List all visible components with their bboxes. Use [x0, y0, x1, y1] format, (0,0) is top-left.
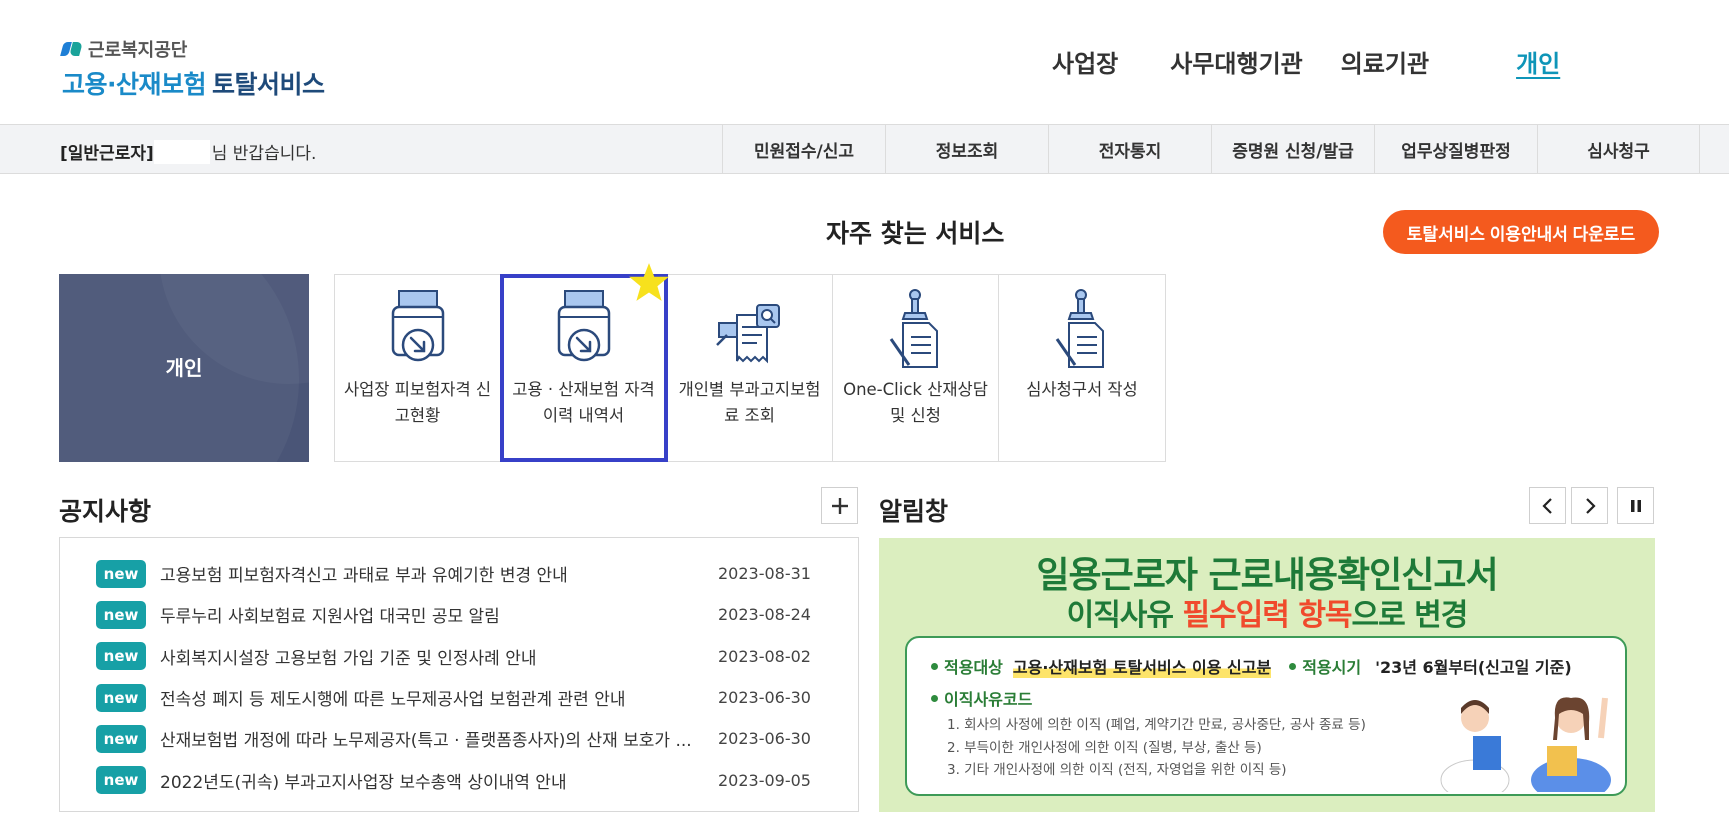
submenu-disease-judgement[interactable]: 업무상질병판정	[1374, 125, 1537, 173]
greeting-text: 님 반갑습니다.	[211, 144, 317, 164]
user-type-label: [일반근로자]	[60, 144, 154, 164]
notice-item[interactable]: new 2022년도(귀속) 부과고지사업장 보수총액 상이내역 안내 2023…	[60, 759, 858, 800]
notice-list: new 고용보험 피보험자격신고 과태료 부과 유예기한 변경 안내 2023-…	[59, 537, 859, 812]
new-badge: new	[96, 642, 146, 671]
service-label: 사업장 피보험자격 신고현황	[343, 380, 492, 425]
logo-service-name: 고용·산재보험 토탈서비스	[62, 70, 325, 99]
submenu-complaint[interactable]: 민원접수/신고	[722, 125, 885, 173]
notice-item-date: 2023-06-30	[718, 729, 811, 749]
alert-banner[interactable]: 일용근로자 근로내용확인신고서 이직사유 필수입력 항목으로 변경 적용대상 고…	[879, 538, 1655, 812]
bullet-dot	[1289, 662, 1297, 670]
nav-item-business[interactable]: 사업장	[1052, 44, 1118, 79]
nav-item-medical[interactable]: 의료기관	[1341, 44, 1429, 79]
notice-item[interactable]: new 전속성 폐지 등 제도시행에 따른 노무제공사업 보험관계 관련 안내 …	[60, 677, 858, 718]
notice-item-title[interactable]: 산재보험법 개정에 따라 노무제공자(특고 · 플랫폼종사자)의 산재 보호가 …	[160, 726, 705, 751]
notice-item-date: 2023-08-24	[718, 605, 811, 625]
document-printer-icon	[557, 290, 610, 362]
banner-code-heading: 이직사유코드	[931, 686, 1032, 710]
notice-item[interactable]: new 두루누리 사회보험료 지원사업 대국민 공모 알림 2023-08-24	[60, 594, 858, 635]
banner-subheadline: 이직사유 필수입력 항목으로 변경	[1066, 598, 1469, 633]
banner-pause-button[interactable]	[1617, 487, 1654, 524]
prev-icon	[1541, 497, 1552, 514]
document-printer-icon	[391, 290, 444, 362]
alert-title: 알림창	[879, 497, 949, 526]
sub-menu: 민원접수/신고 정보조회 전자통지 증명원 신청/발급 업무상질병판정 심사청구	[722, 125, 1700, 173]
plus-icon	[831, 497, 848, 514]
frequent-services-list: 사업장 피보험자격 신고현황 고용 · 산재보험 자격 이력 내역서 개인별 부…	[334, 263, 1166, 462]
guide-download-button[interactable]: 토탈서비스 이용안내서 다운로드	[1383, 210, 1659, 254]
comwel-logo-icon	[62, 40, 84, 58]
sub-menu-bar: [일반근로자] 님 반갑습니다. 민원접수/신고 정보조회 전자통지 증명원 신…	[0, 124, 1729, 174]
new-badge: new	[96, 683, 146, 712]
notice-item-date: 2023-08-02	[718, 646, 811, 666]
people-illustration	[1440, 697, 1611, 792]
stamp-document-icon	[1055, 289, 1104, 368]
notice-item-date: 2023-09-05	[718, 770, 811, 790]
submenu-review-request[interactable]: 심사청구	[1537, 125, 1700, 173]
new-badge: new	[96, 724, 146, 753]
notice-title: 공지사항	[59, 497, 152, 526]
banner-detail-card: 적용대상 고용·산재보험 토탈서비스 이용 신고분 적용시기 '23년 6월부터…	[905, 636, 1627, 796]
banner-prev-button[interactable]	[1529, 487, 1566, 524]
stamp-document-icon	[889, 289, 938, 368]
notice-item-title[interactable]: 두루누리 사회보험료 지원사업 대국민 공모 알림	[160, 602, 705, 627]
service-item-premium-lookup[interactable]: 개인별 부과고지보험료 조회	[667, 275, 833, 461]
notice-item-title[interactable]: 고용보험 피보험자격신고 과태료 부과 유예기한 변경 안내	[160, 561, 705, 586]
service-label: 개인별 부과고지보험료 조회	[678, 380, 821, 425]
service-item-one-click-consult[interactable]: One-Click 산재상담 및 신청	[833, 275, 999, 461]
new-badge: new	[96, 600, 146, 629]
welcome-message: [일반근로자] 님 반갑습니다.	[60, 139, 316, 164]
nav-item-agency[interactable]: 사무대행기관	[1170, 44, 1302, 79]
receipt-search-icon	[715, 304, 780, 364]
notice-item-date: 2023-06-30	[718, 688, 811, 708]
submenu-e-notice[interactable]: 전자통지	[1048, 125, 1211, 173]
service-item-workplace-qualification[interactable]: 사업장 피보험자격 신고현황	[335, 275, 501, 461]
logo-org: 근로복지공단	[62, 36, 325, 62]
user-type-tile[interactable]: 개인	[59, 274, 309, 462]
user-name-masked	[153, 139, 210, 164]
service-label: 심사청구서 작성	[1026, 380, 1138, 399]
service-item-qualification-history[interactable]: 고용 · 산재보험 자격 이력 내역서	[500, 263, 669, 462]
service-label: 고용 · 산재보험 자격 이력 내역서	[512, 380, 655, 425]
service-item-review-form[interactable]: 심사청구서 작성	[999, 275, 1165, 461]
submenu-info-lookup[interactable]: 정보조회	[885, 125, 1048, 173]
next-icon	[1585, 497, 1596, 514]
pause-icon	[1630, 499, 1641, 512]
star-icon[interactable]	[628, 261, 670, 303]
frequent-services-title: 자주 찾는 서비스	[826, 219, 1005, 248]
notice-item-title[interactable]: 2022년도(귀속) 부과고지사업장 보수총액 상이내역 안내	[160, 768, 705, 793]
service-label: One-Click 산재상담 및 신청	[843, 380, 988, 425]
banner-code-list: 1. 회사의 사정에 의한 이직 (폐업, 계약기간 만료, 공사중단, 공사 …	[947, 717, 1366, 778]
new-badge: new	[96, 559, 146, 588]
banner-apply-info: 적용대상 고용·산재보험 토탈서비스 이용 신고분 적용시기 '23년 6월부터…	[931, 654, 1572, 678]
nav-item-individual[interactable]: 개인	[1516, 44, 1560, 79]
notice-more-button[interactable]	[821, 487, 858, 524]
site-header: 근로복지공단 고용·산재보험 토탈서비스 사업장 사무대행기관 의료기관 개인	[0, 0, 1729, 124]
bullet-dot	[931, 694, 938, 702]
main-nav: 사업장 사무대행기관 의료기관 개인	[1052, 44, 1560, 79]
notice-item-title[interactable]: 전속성 폐지 등 제도시행에 따른 노무제공사업 보험관계 관련 안내	[160, 685, 705, 710]
notice-item[interactable]: new 고용보험 피보험자격신고 과태료 부과 유예기한 변경 안내 2023-…	[60, 553, 858, 594]
bullet-dot	[931, 662, 938, 670]
banner-next-button[interactable]	[1571, 487, 1608, 524]
notice-item-date: 2023-08-31	[718, 564, 811, 584]
site-logo[interactable]: 근로복지공단 고용·산재보험 토탈서비스	[62, 36, 325, 101]
submenu-certificate[interactable]: 증명원 신청/발급	[1211, 125, 1374, 173]
notice-item[interactable]: new 산재보험법 개정에 따라 노무제공자(특고 · 플랫폼종사자)의 산재 …	[60, 718, 858, 759]
user-type-tile-label: 개인	[165, 356, 203, 380]
new-badge: new	[96, 766, 146, 795]
notice-item-title[interactable]: 사회복지시설장 고용보험 가입 기준 및 인정사례 안내	[160, 644, 705, 669]
notice-item[interactable]: new 사회복지시설장 고용보험 가입 기준 및 인정사례 안내 2023-08…	[60, 636, 858, 677]
